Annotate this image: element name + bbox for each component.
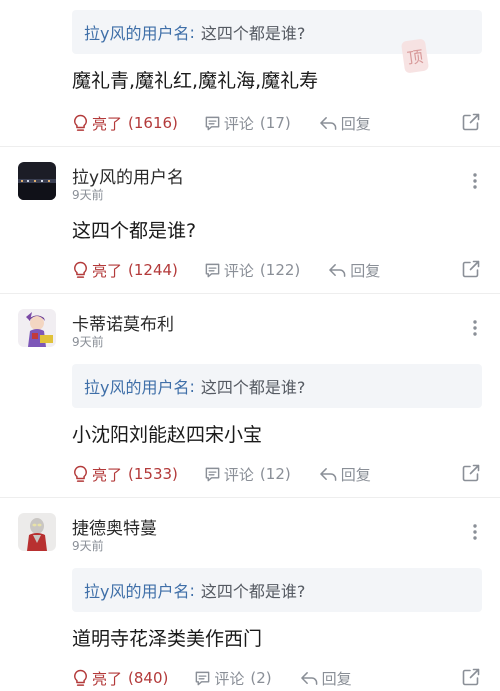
more-options-icon[interactable]	[472, 172, 478, 190]
comment-actions: 亮了 (1244) 评论 (122) 回复	[72, 258, 488, 282]
comment-content: 小沈阳刘能赵四宋小宝	[72, 424, 263, 446]
quoted-comment[interactable]: 拉y风的用户名 : 这四个都是谁?	[72, 568, 482, 612]
comment-actions: 亮了 (1533) 评论 (12) 回复	[72, 462, 488, 486]
user-avatar[interactable]	[18, 162, 56, 200]
comment-button[interactable]: 评论 (12)	[204, 464, 291, 485]
like-count: (1244)	[128, 261, 178, 279]
comment-count: (2)	[250, 669, 272, 687]
reply-icon	[319, 115, 338, 132]
share-button[interactable]	[461, 667, 484, 687]
ultraman-avatar-icon	[18, 513, 56, 551]
comment-content: 道明寺花泽类美作西门	[72, 628, 263, 650]
reply-button[interactable]: 回复	[319, 464, 371, 485]
share-icon	[461, 667, 481, 687]
comment-time: 9天前	[72, 539, 104, 553]
bulb-icon	[72, 465, 89, 484]
reply-label: 回复	[321, 669, 352, 688]
user-avatar[interactable]	[18, 309, 56, 347]
like-button[interactable]: 亮了 (840)	[72, 668, 168, 689]
user-avatar[interactable]	[18, 513, 56, 551]
comment-content: 魔礼青,魔礼红,魔礼海,魔礼寿	[72, 70, 319, 92]
user-name[interactable]: 拉y风的用户名	[72, 163, 184, 188]
more-options-icon[interactable]	[472, 523, 478, 541]
user-name[interactable]: 捷德奥特蔓	[72, 514, 157, 539]
quoted-text: 这四个都是谁?	[200, 582, 306, 601]
comment-button[interactable]: 评论 (2)	[194, 668, 272, 689]
quoted-colon: :	[189, 22, 195, 42]
share-icon	[461, 112, 481, 132]
like-count: (1533)	[128, 465, 178, 483]
bulb-icon	[72, 669, 89, 688]
reply-icon	[300, 670, 319, 687]
like-count: (1616)	[128, 114, 178, 132]
like-button[interactable]: 亮了 (1533)	[72, 464, 178, 485]
comment-button[interactable]: 评论 (17)	[204, 113, 291, 134]
reply-button[interactable]: 回复	[328, 260, 380, 281]
comment-count: (17)	[259, 114, 291, 132]
comment-button[interactable]: 评论 (122)	[204, 260, 300, 281]
top-stamp-icon: 顶	[400, 36, 430, 76]
reply-button[interactable]: 回复	[319, 113, 371, 134]
night-city-avatar-icon	[18, 162, 56, 200]
share-icon	[461, 463, 481, 483]
share-button[interactable]	[461, 259, 484, 279]
divider	[0, 146, 500, 147]
comment-label: 评论	[223, 465, 254, 484]
comment-item: 拉y风的用户名 : 这四个都是谁? 顶 魔礼青,魔礼红,魔礼海,魔礼寿 亮了 (…	[0, 0, 500, 160]
like-label: 亮了	[92, 114, 123, 133]
quoted-user-name[interactable]: 拉y风的用户名	[84, 20, 189, 44]
share-button[interactable]	[461, 463, 484, 483]
user-name[interactable]: 卡蒂诺莫布利	[72, 310, 174, 335]
comment-label: 评论	[223, 114, 254, 133]
comment-count: (122)	[259, 261, 301, 279]
comment-label: 评论	[214, 669, 245, 688]
comment-icon	[204, 466, 221, 483]
share-icon	[461, 259, 481, 279]
anime-character-avatar-icon	[18, 309, 56, 347]
quoted-text: 这四个都是谁?	[200, 24, 306, 43]
comment-actions: 亮了 (1616) 评论 (17) 回复	[72, 111, 488, 135]
quoted-text: 这四个都是谁?	[200, 378, 306, 397]
divider	[0, 293, 500, 294]
like-label: 亮了	[92, 261, 123, 280]
divider	[0, 497, 500, 498]
comment-icon	[204, 115, 221, 132]
quoted-user-name[interactable]: 拉y风的用户名	[84, 374, 189, 398]
like-label: 亮了	[92, 669, 123, 688]
comment-content: 这四个都是谁?	[72, 220, 197, 242]
like-label: 亮了	[92, 465, 123, 484]
reply-icon	[328, 262, 347, 279]
like-button[interactable]: 亮了 (1244)	[72, 260, 178, 281]
comment-time: 9天前	[72, 188, 104, 202]
reply-button[interactable]: 回复	[300, 668, 352, 689]
comment-icon	[194, 670, 211, 687]
reply-label: 回复	[340, 114, 371, 133]
reply-label: 回复	[340, 465, 371, 484]
comment-time: 9天前	[72, 335, 104, 349]
comment-label: 评论	[223, 261, 254, 280]
quoted-colon: :	[189, 580, 195, 600]
more-options-icon[interactable]	[472, 319, 478, 337]
quoted-colon: :	[189, 376, 195, 396]
like-count: (840)	[128, 669, 169, 687]
quoted-comment[interactable]: 拉y风的用户名 : 这四个都是谁?	[72, 364, 482, 408]
bulb-icon	[72, 114, 89, 133]
comment-count: (12)	[259, 465, 291, 483]
quoted-user-name[interactable]: 拉y风的用户名	[84, 578, 189, 602]
reply-label: 回复	[350, 261, 381, 280]
comment-actions: 亮了 (840) 评论 (2) 回复	[72, 666, 488, 690]
comment-icon	[204, 262, 221, 279]
svg-text:顶: 顶	[406, 47, 425, 68]
like-button[interactable]: 亮了 (1616)	[72, 113, 178, 134]
reply-icon	[319, 466, 338, 483]
bulb-icon	[72, 261, 89, 280]
share-button[interactable]	[461, 112, 484, 132]
